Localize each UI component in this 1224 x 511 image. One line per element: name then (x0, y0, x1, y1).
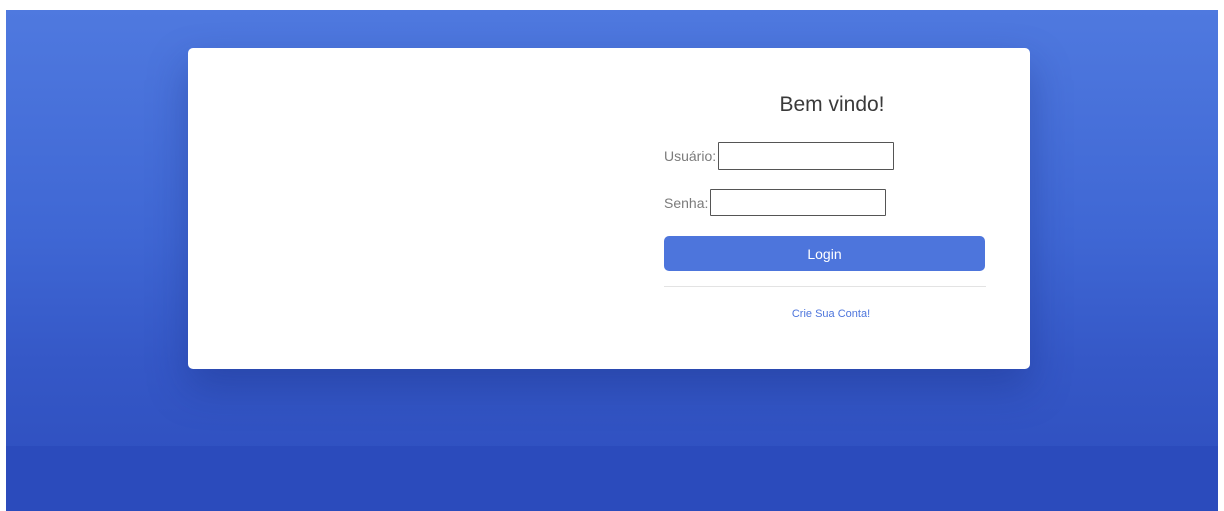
welcome-heading: Bem vindo! (779, 93, 885, 116)
username-input[interactable] (718, 142, 895, 170)
password-row: Senha: (664, 189, 887, 216)
page-background: Bem vindo! Usuário: Senha: Login Crie Su… (6, 10, 1218, 511)
bottom-band (6, 446, 1218, 511)
password-label: Senha: (664, 194, 709, 211)
login-button[interactable]: Login (664, 236, 985, 271)
login-form: Bem vindo! Usuário: Senha: Login Crie Su… (664, 48, 986, 369)
create-account-link[interactable]: Crie Sua Conta! (664, 308, 986, 320)
username-row: Usuário: (664, 142, 895, 170)
card-left-panel (188, 48, 648, 369)
divider (664, 286, 986, 287)
username-label: Usuário: (664, 148, 717, 164)
login-card: Bem vindo! Usuário: Senha: Login Crie Su… (188, 48, 1030, 369)
password-input[interactable] (710, 189, 887, 216)
